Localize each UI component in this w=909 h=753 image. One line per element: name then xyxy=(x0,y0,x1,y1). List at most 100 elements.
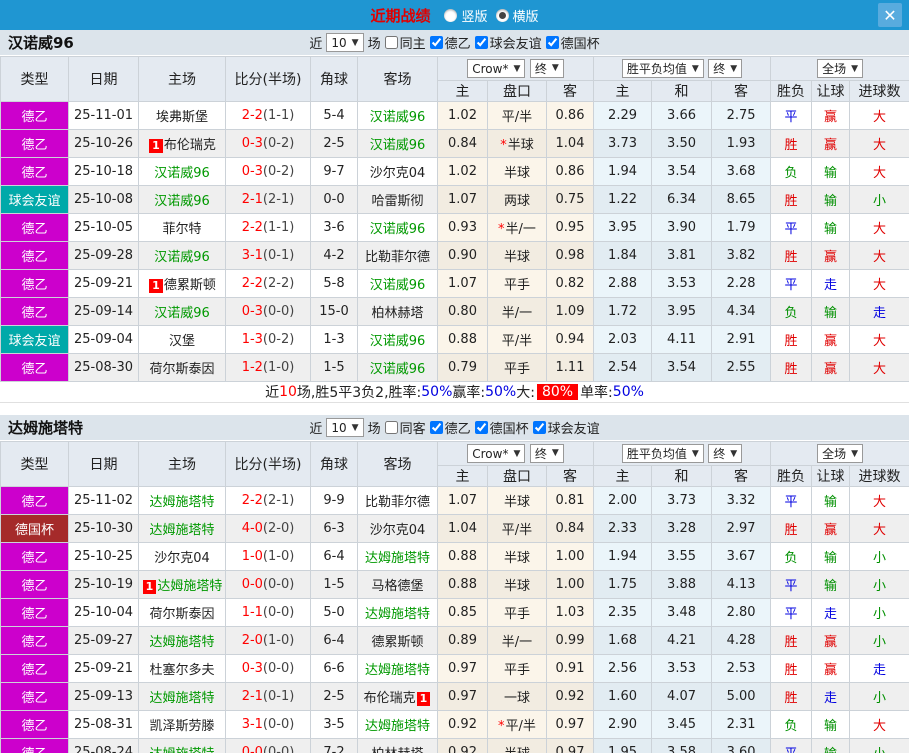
match-count-select[interactable]: 10 ▼ xyxy=(326,33,364,52)
sections-container: 汉诺威96 近 10 ▼ 场 同主 德乙 球会友谊 德国杯 类型 日期 主场 比… xyxy=(0,30,909,753)
match-row: 德乙 25-11-01 埃弗斯堡 2-2(1-1) 5-4 汉诺威96 1.02 平/半 0.8… xyxy=(0,101,909,130)
handicap: 半球 xyxy=(487,157,547,186)
final-avg-select[interactable]: 终 ▼ xyxy=(708,59,743,78)
match-row: 德乙 25-09-14 汉诺威96 0-3(0-0) 15-0 柏林赫塔 0.80 半/一 1.… xyxy=(0,297,909,326)
star-icon: * xyxy=(498,222,505,237)
odds-source-header: Crow* ▼ 终 ▼ xyxy=(436,56,595,81)
corner-score: 6-6 xyxy=(310,654,358,683)
col-corner: 角球 xyxy=(310,441,358,487)
handicap: *平/半 xyxy=(487,710,547,739)
league-checkbox[interactable] xyxy=(429,421,443,434)
layout-radio-vertical[interactable]: 竖版 xyxy=(444,6,488,25)
league-filter-0-2[interactable]: 德国杯 xyxy=(545,33,600,52)
league-checkbox[interactable] xyxy=(474,421,488,434)
league-checkbox[interactable] xyxy=(545,36,559,49)
match-date: 25-09-04 xyxy=(68,325,139,354)
odds-away: 0.97 xyxy=(545,710,595,739)
match-score: 0-0(0-0) xyxy=(225,738,311,753)
league-type-badge: 德乙 xyxy=(0,738,69,753)
league-checkbox[interactable] xyxy=(532,421,546,434)
league-type-badge: 德乙 xyxy=(0,353,69,382)
league-filter-0-1[interactable]: 球会友谊 xyxy=(474,33,542,52)
odds-home: 0.93 xyxy=(437,213,488,242)
sub-goals: 进球数 xyxy=(849,465,909,487)
avg-draw: 3.53 xyxy=(651,269,713,298)
team-name: 柏林赫塔 xyxy=(371,747,423,753)
team-name: 马格德堡 xyxy=(371,579,424,594)
odds-home: 0.85 xyxy=(437,598,488,627)
team-name: 埃弗斯堡 xyxy=(155,110,208,125)
match-row: 德乙 25-10-25 沙尔克04 1-0(1-0) 6-4 达姆施塔特 0.88 半球 1.0… xyxy=(0,542,909,571)
home-team-cell: 荷尔斯泰因 xyxy=(138,353,226,382)
match-score: 2-1(0-1) xyxy=(225,682,311,711)
team-name: 哈雷斯彻 xyxy=(371,194,424,209)
odds-home: 0.88 xyxy=(437,570,488,599)
match-score: 2-2(1-1) xyxy=(225,101,311,130)
avg-select[interactable]: 胜平负均值 ▼ xyxy=(621,59,704,78)
league-filter-1-0[interactable]: 德乙 xyxy=(429,418,471,437)
odds-home: 1.04 xyxy=(437,514,488,543)
avg-home: 1.60 xyxy=(593,682,653,711)
sub-avg-away: 客 xyxy=(711,465,772,487)
team-name: 达姆施塔特 xyxy=(157,579,223,594)
close-button[interactable]: ✕ xyxy=(878,3,902,27)
result-cell: 胜 xyxy=(770,325,813,354)
same-venue-checkbox[interactable] xyxy=(384,36,398,49)
odds-away: 0.86 xyxy=(545,101,595,130)
avg-select[interactable]: 胜平负均值 ▼ xyxy=(621,444,704,463)
match-row: 德乙 25-10-18 汉诺威96 0-3(0-2) 9-7 沙尔克04 1.02 半球 0.8… xyxy=(0,157,909,186)
league-filter-1-2[interactable]: 球会友谊 xyxy=(532,418,600,437)
avg-away: 1.93 xyxy=(711,129,772,158)
final-odds-select[interactable]: 终 ▼ xyxy=(529,58,564,78)
crow-select[interactable]: Crow* ▼ xyxy=(467,59,526,79)
odds-away: 0.94 xyxy=(545,325,595,354)
avg-draw: 3.53 xyxy=(651,654,713,683)
final-avg-select[interactable]: 终 ▼ xyxy=(708,444,743,463)
final-odds-select[interactable]: 终 ▼ xyxy=(529,443,564,463)
avg-home: 3.73 xyxy=(593,129,653,158)
league-checkbox[interactable] xyxy=(429,36,443,49)
result-cell: 平 xyxy=(770,486,813,515)
dropdown-arrow-icon: ▼ xyxy=(730,448,738,459)
match-count-select[interactable]: 10 ▼ xyxy=(326,418,364,437)
odds-home: 1.02 xyxy=(437,157,488,186)
avg-away: 3.82 xyxy=(711,241,772,270)
same-venue-filter[interactable]: 同主 xyxy=(384,33,426,52)
league-type-badge: 德乙 xyxy=(0,598,69,627)
goals-result-cell: 大 xyxy=(849,241,909,270)
odds-away: 1.03 xyxy=(545,598,595,627)
match-date: 25-08-31 xyxy=(68,710,139,739)
avg-header: 胜平负均值 ▼ 终 ▼ xyxy=(593,441,772,466)
team-name: 沙尔克04 xyxy=(369,523,426,538)
league-filter-label: 德乙 xyxy=(444,37,471,52)
radio-checked-icon[interactable] xyxy=(495,8,509,22)
avg-draw: 3.54 xyxy=(651,353,713,382)
league-filter-1-1[interactable]: 德国杯 xyxy=(474,418,529,437)
full-match-select[interactable]: 全场 ▼ xyxy=(817,444,864,463)
odds-home: 0.97 xyxy=(437,682,488,711)
col-type: 类型 xyxy=(0,56,69,102)
sub-home: 主 xyxy=(437,80,488,102)
col-away: 客场 xyxy=(357,56,438,102)
home-team-cell: 埃弗斯堡 xyxy=(138,101,226,130)
corner-score: 1-5 xyxy=(310,353,358,382)
layout-radio-horizontal[interactable]: 横版 xyxy=(495,6,539,25)
rank-badge: 1 xyxy=(149,279,163,293)
dialog-title: 近期战绩 xyxy=(370,6,431,25)
league-type-badge: 球会友谊 xyxy=(0,185,69,214)
same-venue-checkbox[interactable] xyxy=(384,421,398,434)
league-filter-label: 德国杯 xyxy=(560,37,600,52)
handicap-result-cell: 走 xyxy=(811,682,851,711)
away-team-cell: 达姆施塔特 xyxy=(357,710,438,739)
handicap-result-cell: 赢 xyxy=(811,101,851,130)
crow-select[interactable]: Crow* ▼ xyxy=(467,444,526,464)
same-venue-filter[interactable]: 同客 xyxy=(384,418,426,437)
full-match-select[interactable]: 全场 ▼ xyxy=(817,59,864,78)
radio-unchecked-icon[interactable] xyxy=(444,8,458,22)
away-team-cell: 汉诺威96 xyxy=(357,213,438,242)
league-type-badge: 德乙 xyxy=(0,710,69,739)
avg-home: 2.88 xyxy=(593,269,653,298)
league-filter-0-0[interactable]: 德乙 xyxy=(429,33,471,52)
league-checkbox[interactable] xyxy=(474,36,488,49)
team-name: 凯泽斯劳滕 xyxy=(149,719,215,734)
